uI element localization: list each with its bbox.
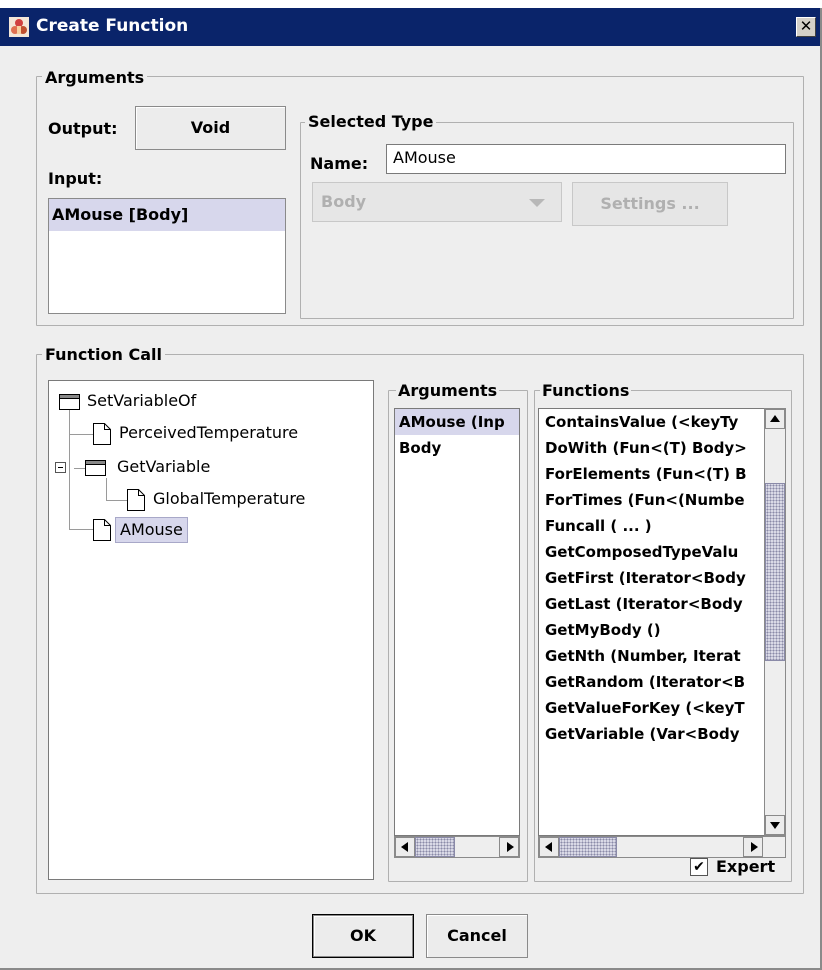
tree-node[interactable]: SetVariableOf <box>49 389 369 415</box>
cancel-button[interactable]: Cancel <box>426 914 528 958</box>
scroll-down-button[interactable] <box>765 815 785 835</box>
function-list-item[interactable]: GetValueForKey (<keyT <box>539 695 764 721</box>
scroll-left-button[interactable] <box>539 837 559 857</box>
scroll-left-button[interactable] <box>395 837 415 857</box>
function-list-item[interactable]: GetVariable (Var<Body <box>539 721 764 747</box>
function-list-item[interactable]: ContainsValue (<keyTy <box>539 409 764 435</box>
settings-button[interactable]: Settings ... <box>572 182 728 226</box>
functions-hscroll-thumb[interactable] <box>559 837 617 857</box>
arrow-right-icon <box>507 842 514 852</box>
tree-node-label: GetVariable <box>117 457 211 476</box>
functions-vscrollbar[interactable] <box>764 408 786 836</box>
type-combo-value: Body <box>321 192 367 211</box>
file-icon <box>93 519 111 541</box>
tree-node[interactable]: GlobalTemperature <box>49 487 369 513</box>
call-argument-item[interactable]: Body <box>395 435 519 461</box>
function-list-item[interactable]: ForTimes (Fun<(Numbe <box>539 487 764 513</box>
function-list-item[interactable]: Funcall ( ... ) <box>539 513 764 539</box>
function-tree[interactable]: SetVariableOf PerceivedTemperature GetVa… <box>48 380 374 880</box>
scroll-up-button[interactable] <box>765 409 785 429</box>
expert-checkbox-row[interactable]: ✔ Expert <box>690 854 800 880</box>
call-argument-item[interactable]: AMouse (Inp <box>395 409 519 435</box>
function-list-item[interactable]: GetFirst (Iterator<Body <box>539 565 764 591</box>
arguments-hscroll-thumb[interactable] <box>415 837 455 857</box>
cancel-button-label: Cancel <box>447 926 507 945</box>
expert-label: Expert <box>716 857 776 876</box>
folder-icon <box>85 460 106 476</box>
arrow-down-icon <box>770 822 780 829</box>
tree-node[interactable]: GetVariable <box>49 455 369 481</box>
function-list-item[interactable]: DoWith (Fun<(T) Body> <box>539 435 764 461</box>
window-title: Create Function <box>36 16 189 36</box>
arguments-legend: Arguments <box>42 69 148 87</box>
checkmark-icon: ✔ <box>693 859 705 875</box>
function-list-item[interactable]: GetRandom (Iterator<B <box>539 669 764 695</box>
tree-node-label: PerceivedTemperature <box>119 423 299 442</box>
arrow-left-icon <box>401 842 408 852</box>
create-function-dialog: Create Function ✕ Arguments Output: Void… <box>0 8 822 970</box>
input-list[interactable]: AMouse [Body] <box>48 198 286 314</box>
functions-list[interactable]: ContainsValue (<keyTy DoWith (Fun<(T) Bod… <box>538 408 764 836</box>
arrow-up-icon <box>770 415 780 422</box>
tree-node[interactable]: PerceivedTemperature <box>49 421 369 447</box>
arrow-right-icon <box>751 842 758 852</box>
arrow-left-icon <box>545 842 552 852</box>
function-list-item[interactable]: GetNth (Number, Iterat <box>539 643 764 669</box>
ok-button[interactable]: OK <box>312 914 414 958</box>
input-list-item[interactable]: AMouse [Body] <box>49 199 285 231</box>
collapse-toggle-icon[interactable] <box>55 462 66 473</box>
arguments-hscrollbar[interactable] <box>394 836 520 858</box>
tree-node-label: GlobalTemperature <box>153 489 306 508</box>
expert-checkbox[interactable]: ✔ <box>690 858 708 876</box>
name-label: Name: <box>310 154 369 173</box>
close-icon: ✕ <box>799 17 813 35</box>
close-button[interactable]: ✕ <box>796 17 816 37</box>
function-call-legend: Function Call <box>42 346 165 364</box>
function-list-item[interactable]: GetLast (Iterator<Body <box>539 591 764 617</box>
output-type-value: Void <box>190 118 231 137</box>
file-icon <box>93 423 111 445</box>
settings-button-label: Settings ... <box>600 194 700 213</box>
tree-node-label: SetVariableOf <box>87 391 197 410</box>
input-label: Input: <box>48 169 103 188</box>
tree-node-selected[interactable]: AMouse <box>49 517 369 543</box>
selected-type-legend: Selected Type <box>305 113 437 131</box>
functions-vscroll-thumb[interactable] <box>765 483 785 661</box>
call-arguments-list[interactable]: AMouse (Inp Body <box>394 408 520 836</box>
function-list-item[interactable]: ForElements (Fun<(T) B <box>539 461 764 487</box>
file-icon <box>127 489 145 511</box>
tree-node-label: AMouse <box>115 517 188 543</box>
type-combo[interactable]: Body <box>312 182 562 222</box>
folder-icon <box>59 394 80 410</box>
functions-legend: Functions <box>540 381 632 400</box>
output-type-button[interactable]: Void <box>135 106 286 150</box>
app-icon <box>9 17 29 37</box>
chevron-down-icon <box>529 199 545 207</box>
output-label: Output: <box>48 119 118 138</box>
function-list-item[interactable]: GetComposedTypeValu <box>539 539 764 565</box>
function-list-item[interactable]: GetMyBody () <box>539 617 764 643</box>
name-input[interactable]: AMouse <box>386 144 786 174</box>
call-arguments-legend: Arguments <box>396 381 500 400</box>
scroll-right-button[interactable] <box>499 837 519 857</box>
ok-button-label: OK <box>350 926 376 945</box>
title-bar[interactable]: Create Function ✕ <box>0 8 820 46</box>
